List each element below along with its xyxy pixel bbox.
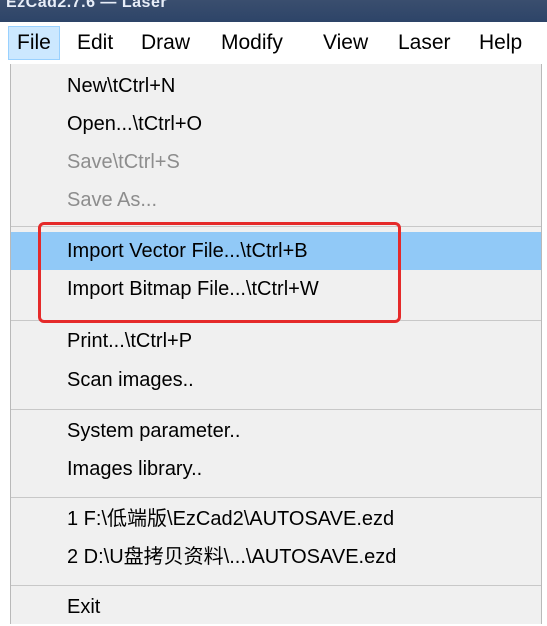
menu-entry-save-as: Save As...: [67, 189, 158, 211]
menu-entry-new[interactable]: New\tCtrl+N: [11, 67, 541, 105]
menu-laser[interactable]: Laser: [390, 26, 459, 60]
menu-separator: [11, 585, 541, 586]
menu-edit[interactable]: Edit: [69, 26, 121, 60]
menu-entry-recent-file-2[interactable]: 2 D:\U盘拷贝资料\...\AUTOSAVE.ezd: [11, 538, 541, 576]
menu-entry-exit[interactable]: Exit: [11, 588, 541, 626]
menu-draw[interactable]: Draw: [133, 26, 198, 60]
menu-entry-open[interactable]: Open...\tCtrl+O: [11, 105, 541, 143]
menu-entry-scan-images[interactable]: Scan images..: [11, 361, 541, 399]
annotation-highlight-box: [38, 222, 401, 323]
file-dropdown-menu: New\tCtrl+N Open...\tCtrl+O Save\tCtrl+S…: [10, 64, 542, 624]
menu-separator: [11, 409, 541, 410]
window-title: EzCad2.7.6 — Laser: [6, 0, 168, 11]
menu-help[interactable]: Help: [471, 26, 530, 60]
window-titlebar: EzCad2.7.6 — Laser: [0, 0, 547, 22]
menu-entry-print[interactable]: Print...\tCtrl+P: [11, 322, 541, 360]
menu-modify[interactable]: Modify: [213, 26, 291, 60]
menu-view[interactable]: View: [315, 26, 376, 60]
menu-file[interactable]: File: [8, 26, 60, 60]
menu-entry-system-parameter[interactable]: System parameter..: [11, 412, 541, 450]
menu-entry-recent-file-1[interactable]: 1 F:\低端版\EzCad2\AUTOSAVE.ezd: [11, 500, 541, 538]
menu-entry-save: Save\tCtrl+S: [67, 151, 180, 173]
menu-bar: File Edit Draw Modify View Laser Help: [0, 22, 547, 64]
menu-separator: [11, 497, 541, 498]
menu-entry-images-library[interactable]: Images library..: [11, 450, 541, 488]
